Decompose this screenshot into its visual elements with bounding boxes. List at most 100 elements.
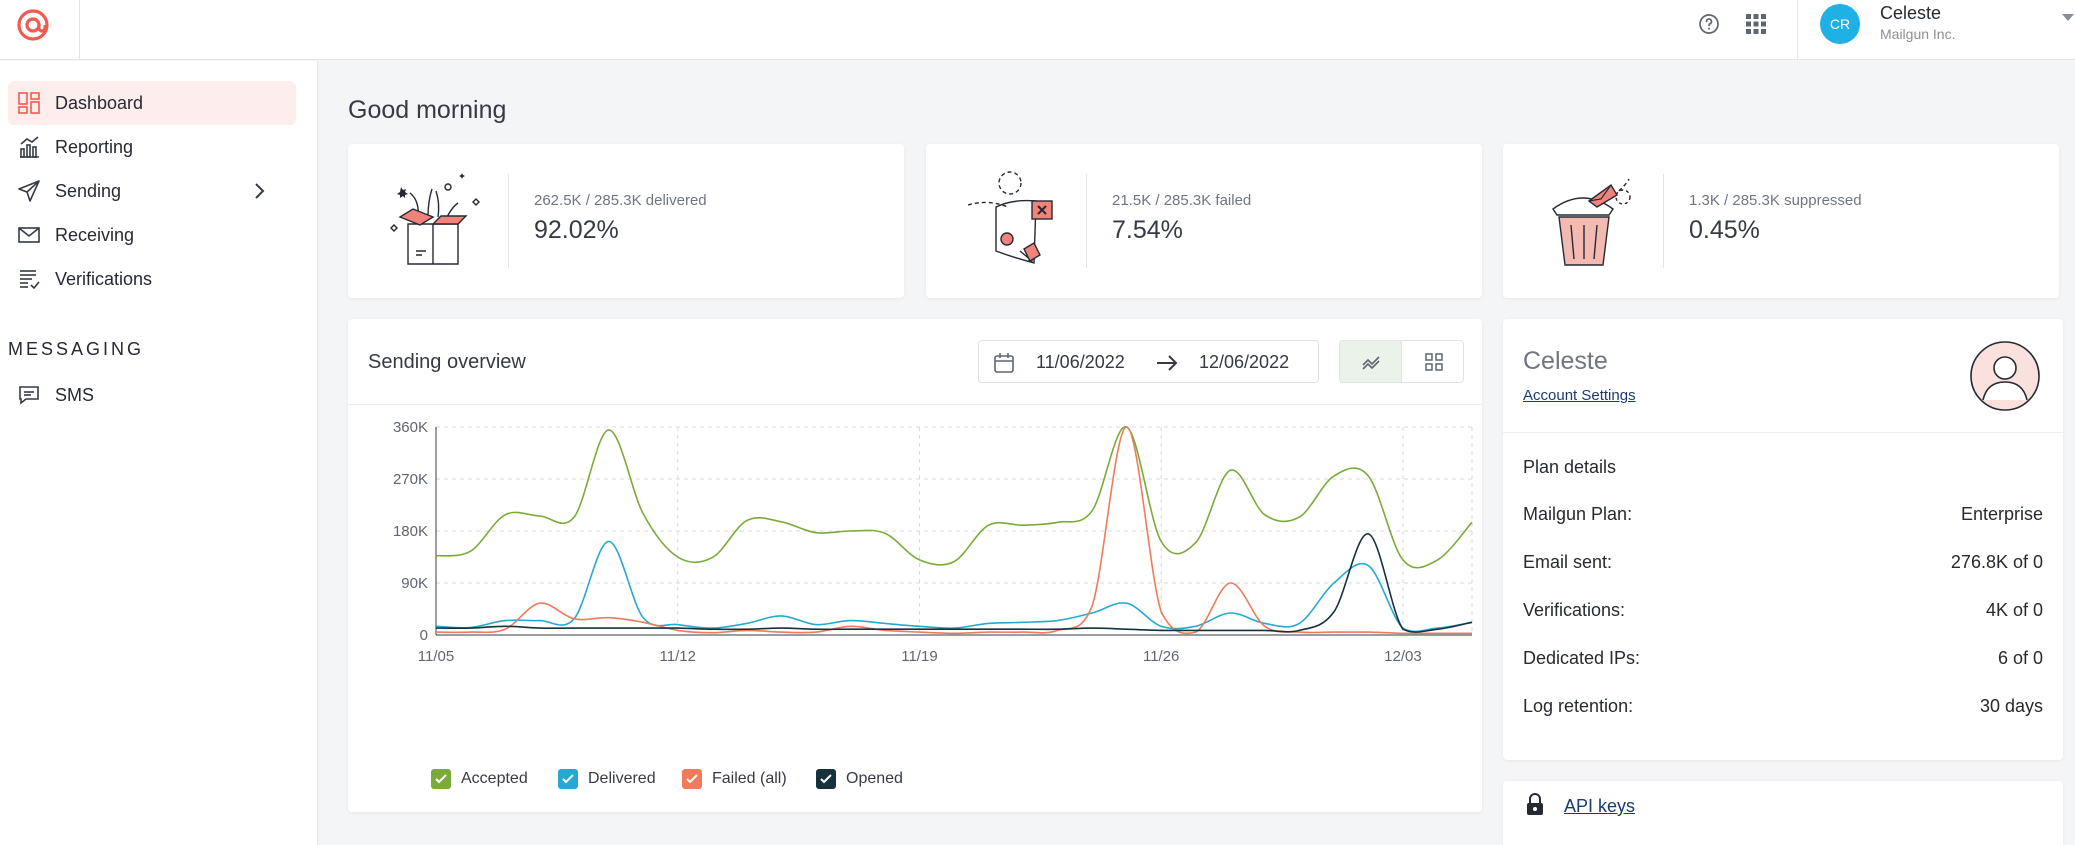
page-title: Good morning [348,96,507,124]
sending-line-chart: 0 90K 180K 270K 360K 11/05 11/12 11/19 11/26 12/0… [393,419,1473,665]
plan-row-label: Mailgun Plan: [1523,504,1633,524]
sending-overview-card: Sending overview 11/06/2022 12/06/2022 0… [348,319,1482,812]
legend-label: Failed (all) [712,770,787,787]
sidebar-item-label: Reporting [55,136,134,157]
help-icon[interactable] [1697,12,1721,36]
calendar-icon [994,353,1014,373]
sidebar-item-label: SMS [55,384,95,405]
legend-failed[interactable]: Failed (all) [682,769,787,789]
divider [1503,432,2063,433]
chevron-right-icon [255,183,265,199]
user-avatar-icon [1970,341,2040,411]
stat-subtitle: 262.5K / 285.3K delivered [534,192,707,209]
user-name: Celeste [1880,3,1942,23]
sidebar-item-sms[interactable]: SMS [8,373,296,417]
checkbox-checked-icon [682,769,702,789]
checkbox-checked-icon [431,769,451,789]
stat-value: 0.45% [1689,216,1760,244]
sidebar-item-verifications[interactable]: Verifications [8,257,296,301]
x-tick-label: 11/26 [1143,648,1179,665]
x-tick-label: 11/19 [901,648,937,665]
sidebar-item-label: Receiving [55,224,135,245]
chevron-down-icon [2062,14,2074,21]
plan-row-value: 30 days [1979,696,2043,716]
profile-card: Celeste Account Settings Plan details Ma… [1503,319,2063,760]
plan-row-value: 4K of 0 [1985,600,2043,620]
checkbox-checked-icon [816,769,836,789]
legend-delivered[interactable]: Delivered [558,769,656,789]
sidebar-item-dashboard[interactable]: Dashboard [8,81,296,125]
grid-view-icon [1425,353,1443,371]
plan-row: Email sent: 276.8K of 0 [1523,552,2043,573]
series-line-delivered [435,540,1473,633]
plan-row: Mailgun Plan: Enterprise [1523,504,2043,525]
bar-chart-icon [20,136,39,158]
y-tick-label: 180K [393,523,428,540]
paper-plane-icon [18,180,40,202]
x-tick-label: 11/05 [418,648,454,665]
sidebar-item-sending[interactable]: Sending [8,169,296,213]
checklist-icon [20,270,40,290]
plan-row: Log retention: 30 days [1523,696,2043,717]
stat-card-delivered: 262.5K / 285.3K delivered 92.02% [348,144,904,298]
view-toggle [1339,340,1464,383]
open-box-illustration [390,173,480,265]
legend-accepted[interactable]: Accepted [431,769,528,789]
failed-letter-illustration [967,171,1053,264]
legend-label: Opened [846,770,903,787]
series-line-accepted [435,426,1473,569]
stat-value: 7.54% [1112,216,1183,244]
lock-icon [1527,793,1543,815]
date-range-picker[interactable]: 11/06/2022 12/06/2022 [978,340,1319,383]
top-bar: CR Celeste Mailgun Inc. [0,0,2075,60]
apps-grid-icon[interactable] [1744,12,1768,36]
plan-details-title: Plan details [1523,457,1617,477]
line-chart-icon [1362,356,1380,370]
user-menu[interactable]: CR Celeste Mailgun Inc. [1797,0,2075,60]
checkbox-checked-icon [558,769,578,789]
api-keys-card: API keys [1503,781,2063,845]
arrow-right-icon [1157,355,1178,371]
divider [1663,174,1664,268]
legend-opened[interactable]: Opened [816,769,903,789]
line-view-button[interactable] [1340,341,1402,382]
legend-label: Accepted [461,770,528,787]
envelope-icon [18,227,40,243]
api-keys-link[interactable]: API keys [1564,796,1635,817]
x-tick-label: 12/03 [1384,648,1422,665]
dashboard-icon [18,92,40,114]
plan-row-value: Enterprise [1960,504,2043,524]
y-tick-label: 0 [420,627,428,644]
stat-value: 92.02% [534,216,619,244]
user-avatar: CR [1820,4,1860,44]
trash-can-illustration [1552,178,1631,266]
logo-container[interactable] [0,0,80,60]
chart-title: Sending overview [368,351,526,373]
series-line-failed-all [435,426,1472,635]
plan-row-label: Dedicated IPs: [1523,648,1641,668]
table-view-button[interactable] [1403,341,1463,382]
y-tick-label: 270K [393,471,428,488]
mailgun-logo-icon [17,9,49,41]
plan-row: Verifications: 4K of 0 [1523,600,2043,621]
sidebar-item-label: Sending [55,180,122,201]
legend-label: Delivered [588,770,656,787]
sidebar-item-receiving[interactable]: Receiving [8,213,296,257]
sidebar-item-reporting[interactable]: Reporting [8,125,296,169]
sidebar-item-label: Verifications [55,268,153,289]
date-end[interactable]: 12/06/2022 [1199,352,1289,373]
plan-row-label: Email sent: [1523,552,1613,572]
plan-row-value: 276.8K of 0 [1950,552,2043,572]
stat-card-failed: 21.5K / 285.3K failed 7.54% [926,144,1482,298]
chat-icon [19,386,39,405]
x-tick-label: 11/12 [660,648,696,665]
date-start[interactable]: 11/06/2022 [1036,352,1125,373]
account-settings-link[interactable]: Account Settings [1523,387,1636,404]
divider [1086,174,1087,268]
user-organization: Mailgun Inc. [1880,26,1956,42]
sidebar-item-label: Dashboard [55,92,144,113]
stat-card-suppressed: 1.3K / 285.3K suppressed 0.45% [1503,144,2059,298]
section-label-messaging: MESSAGING [8,339,145,359]
stat-subtitle: 21.5K / 285.3K failed [1112,192,1252,209]
stat-subtitle: 1.3K / 285.3K suppressed [1689,192,1862,209]
